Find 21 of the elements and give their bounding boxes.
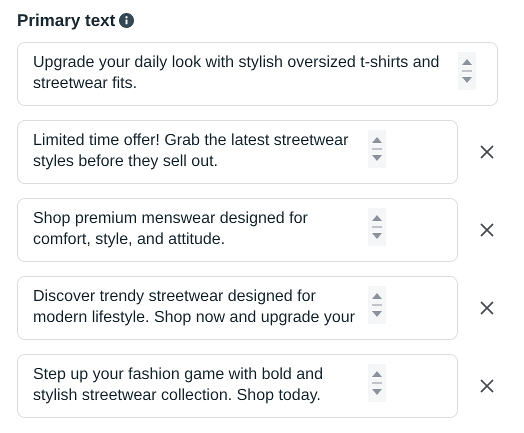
- close-icon: [479, 300, 495, 316]
- close-icon: [479, 378, 495, 394]
- text-field[interactable]: Upgrade your daily look with stylish oversized t-shirts and streetwear fits.: [17, 42, 498, 106]
- close-icon: [479, 144, 495, 160]
- field-text: Upgrade your daily look with stylish oversized t-shirts and streetwear fits.: [33, 52, 440, 94]
- reorder-handle-icon[interactable]: [368, 130, 386, 168]
- text-field[interactable]: Shop premium menswear designed for comfort, style, and attitude.: [17, 198, 458, 262]
- close-icon: [479, 222, 495, 238]
- field-text: Limited time offer! Grab the latest streetwear styles before they sell out.: [33, 130, 350, 172]
- text-field[interactable]: Limited time offer! Grab the latest streetwear styles before they sell out.: [17, 120, 458, 184]
- reorder-handle-icon[interactable]: [368, 208, 386, 246]
- field-text: Shop premium menswear designed for comfort, style, and attitude.: [33, 208, 309, 250]
- field-text: Discover trendy streetwear designed for modern lifestyle. Shop now and upgrade your: [33, 286, 356, 328]
- section-title: Primary text: [17, 10, 116, 32]
- reorder-handle-icon[interactable]: [458, 52, 476, 90]
- field-text: Step up your fashion game with bold and stylish streetwear collection. Shop today.: [33, 364, 324, 406]
- text-field[interactable]: Discover trendy streetwear designed for modern lifestyle. Shop now and upgrade your: [17, 276, 458, 340]
- reorder-handle-icon[interactable]: [368, 286, 386, 324]
- info-icon[interactable]: [119, 13, 134, 28]
- reorder-handle-icon[interactable]: [368, 364, 386, 402]
- text-field[interactable]: Step up your fashion game with bold and stylish streetwear collection. Shop today.: [17, 354, 458, 418]
